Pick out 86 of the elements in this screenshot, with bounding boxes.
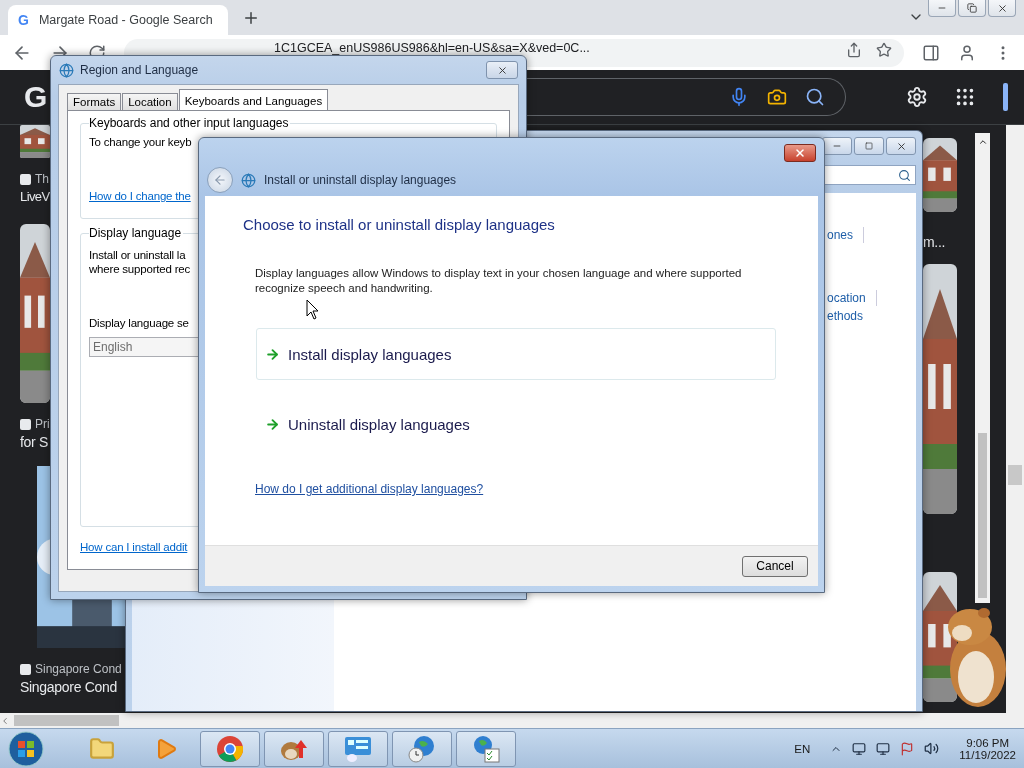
scroll-marker	[1003, 83, 1008, 111]
globe-checklist-icon	[471, 733, 501, 764]
field-label: Display language se	[89, 317, 189, 329]
start-button[interactable]	[6, 729, 46, 768]
result-source: Singapore Cond	[20, 662, 125, 676]
flag-icon[interactable]	[900, 741, 915, 756]
bookmark-icon[interactable]	[876, 41, 892, 58]
close-icon	[496, 64, 508, 76]
link[interactable]: ones	[827, 228, 854, 242]
command-link[interactable]: Uninstall display languages	[256, 402, 776, 446]
tab[interactable]: Keyboards and Languages	[178, 89, 329, 111]
scroll-left-icon[interactable]	[0, 715, 10, 726]
arrow-icon	[265, 416, 280, 432]
maximize-icon	[865, 142, 873, 150]
result-title[interactable]: LiveV	[20, 189, 50, 204]
command-link[interactable]: Install display languages	[256, 328, 776, 380]
taskbar-button[interactable]	[392, 730, 452, 767]
language-indicator[interactable]: EN	[794, 742, 811, 755]
globe-icon	[241, 172, 256, 188]
site-icon	[20, 173, 31, 185]
close-icon	[794, 147, 806, 159]
window-title: Install or uninstall display languages	[264, 173, 458, 187]
globe-icon	[59, 62, 74, 78]
search-icon[interactable]	[805, 87, 825, 107]
new-tab-icon[interactable]	[242, 9, 260, 27]
clock-time[interactable]: 9:06 PM	[966, 736, 1010, 749]
favicon: G	[18, 12, 29, 28]
result-title[interactable]: m...	[923, 234, 946, 250]
cursor-icon	[306, 299, 320, 321]
taskbar-button[interactable]	[456, 730, 516, 767]
settings-icon[interactable]	[906, 86, 928, 108]
link[interactable]: ocation	[827, 291, 866, 305]
control-panel-icon	[343, 734, 373, 763]
site-icon	[20, 418, 31, 430]
display-icon[interactable]	[852, 741, 867, 756]
globe-clock-icon	[407, 733, 437, 764]
close-icon	[895, 140, 907, 152]
text: To change your keyb	[89, 136, 192, 148]
help-link[interactable]: How do I get additional display languages?	[255, 482, 484, 496]
tab[interactable]: Formats	[67, 93, 122, 111]
cancel-button[interactable]: Cancel	[742, 555, 808, 577]
close-button[interactable]	[784, 144, 816, 162]
clock-date[interactable]: 11/19/2022	[959, 748, 1016, 761]
horizontal-scrollbar[interactable]	[0, 713, 1024, 728]
text: Install or uninstall la	[89, 249, 186, 261]
heading: Choose to install or uninstall display languages	[243, 216, 555, 233]
network-icon[interactable]	[876, 741, 891, 756]
back-icon	[213, 173, 227, 187]
restore-icon	[967, 3, 977, 13]
result-title[interactable]: Singapore Cond	[20, 679, 117, 695]
scroll-thumb[interactable]	[1008, 465, 1022, 485]
close-icon	[996, 2, 1008, 14]
site-icon	[20, 663, 31, 675]
browser-icon	[216, 734, 244, 763]
taskbar-button[interactable]	[200, 730, 260, 767]
tab-title: Margate Road - Google Search	[38, 13, 213, 27]
scroll-thumb[interactable]	[14, 715, 119, 726]
help-link[interactable]: How do I change the	[89, 190, 191, 202]
scroll-up-icon[interactable]	[977, 137, 988, 147]
profile-icon[interactable]	[958, 43, 976, 62]
link[interactable]: ethods	[827, 309, 864, 323]
group-heading: Display language	[89, 226, 184, 240]
camera-icon[interactable]	[767, 87, 787, 107]
text: where supported rec	[89, 263, 191, 275]
microphone-icon[interactable]	[729, 87, 749, 107]
tab[interactable]: Location	[122, 93, 178, 111]
result-title[interactable]: for S	[20, 434, 49, 450]
share-icon[interactable]	[846, 41, 862, 58]
scrollbar[interactable]	[975, 133, 990, 603]
arrow-icon	[265, 346, 280, 362]
folder-icon	[89, 735, 115, 762]
volume-icon[interactable]	[924, 741, 940, 756]
side-panel-icon[interactable]	[922, 43, 940, 62]
taskbar-button[interactable]	[328, 730, 388, 767]
restore-button[interactable]	[958, 0, 986, 17]
search-icon	[898, 168, 911, 182]
browser-tab[interactable]: G Margate Road - Google Search	[8, 5, 228, 35]
description: Display languages allow Windows to display text in your chosen language and where supported recognize speech and handwriting.	[255, 266, 743, 296]
apps-icon[interactable]	[954, 86, 976, 108]
scroll-thumb[interactable]	[978, 433, 987, 598]
help-link[interactable]: How can I install addit	[80, 541, 188, 553]
maximize-button[interactable]	[854, 137, 884, 155]
page-scrollbar[interactable]	[1006, 125, 1024, 713]
minimize-button[interactable]	[822, 137, 852, 155]
taskbar-button[interactable]	[264, 730, 324, 767]
group-heading: Keyboards and other input languages	[89, 116, 291, 130]
